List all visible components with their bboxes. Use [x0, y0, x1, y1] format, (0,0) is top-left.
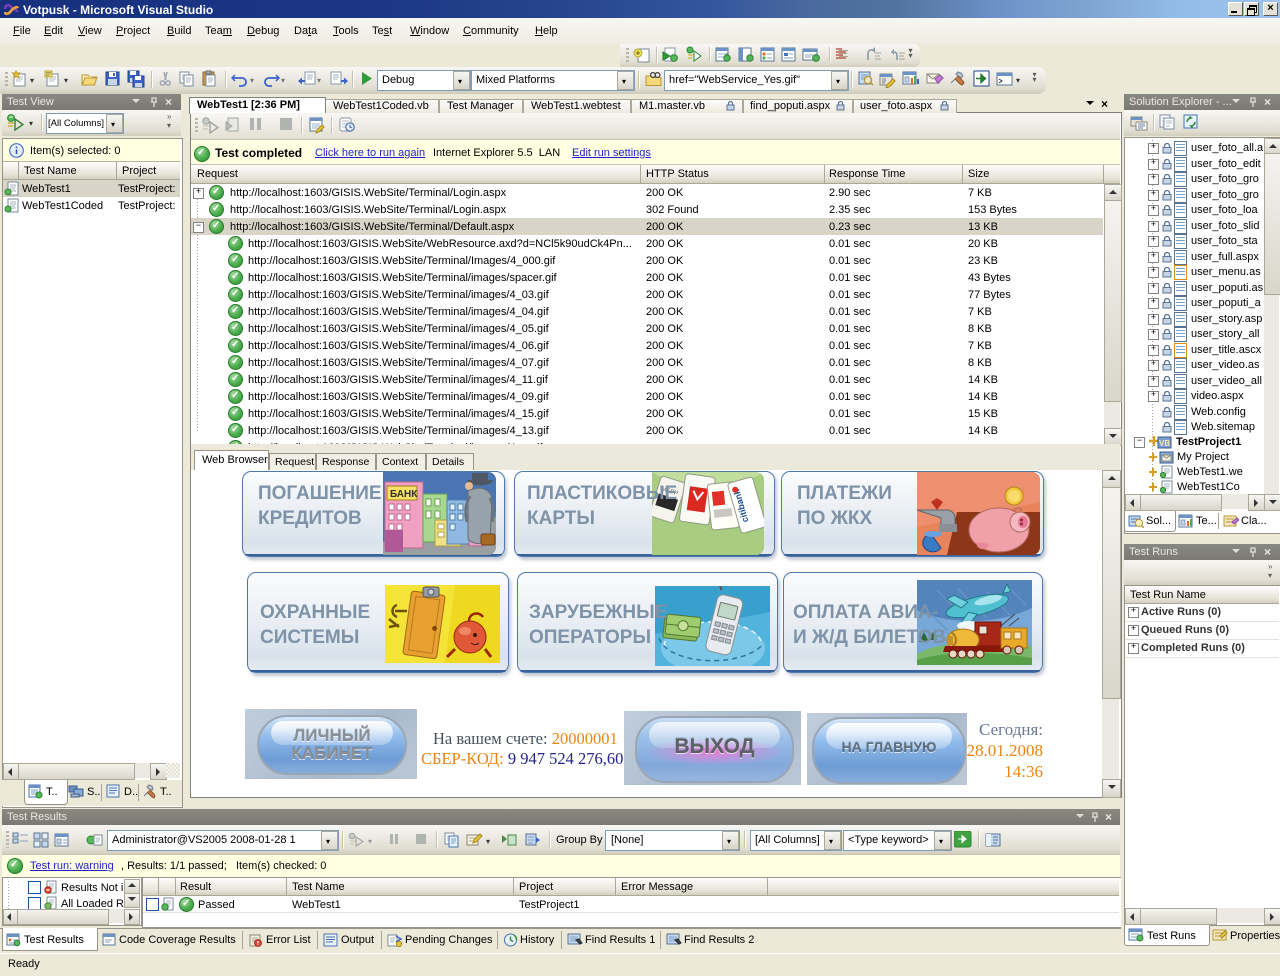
svg-text:БАНК: БАНК	[390, 489, 418, 500]
svg-text:VB: VB	[1159, 439, 1170, 448]
